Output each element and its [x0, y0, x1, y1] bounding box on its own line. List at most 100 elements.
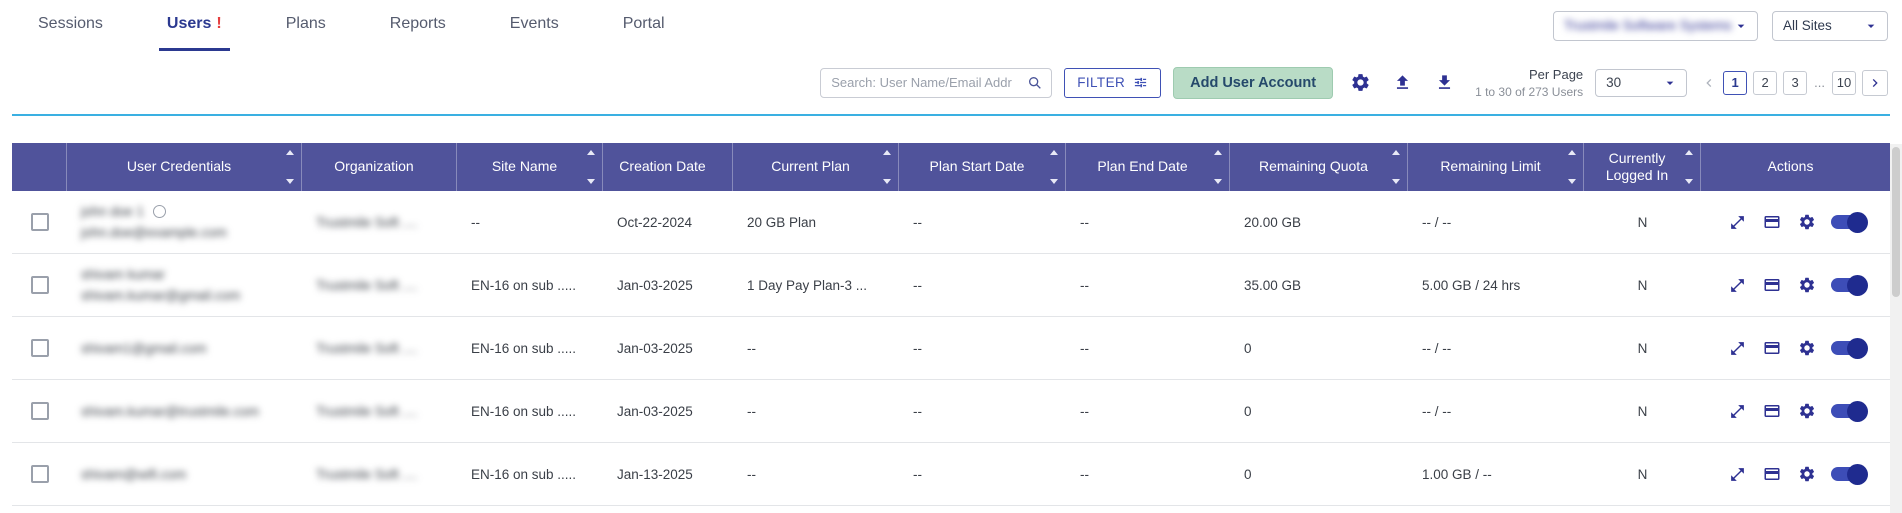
- row-checkbox[interactable]: [31, 339, 49, 357]
- creation-date-cell: Jan-13-2025: [603, 443, 733, 505]
- expand-user-icon[interactable]: [1726, 400, 1748, 422]
- user-enabled-toggle[interactable]: [1831, 341, 1865, 355]
- row-checkbox[interactable]: [31, 402, 49, 420]
- users-toolbar: FILTER Add User Account Per Page 1 to 30…: [12, 51, 1890, 116]
- billing-card-icon[interactable]: [1761, 274, 1783, 296]
- scrollbar-thumb[interactable]: [1892, 147, 1900, 297]
- page-button-3[interactable]: 3: [1783, 71, 1807, 95]
- remaining-limit-cell: -- / --: [1408, 317, 1584, 379]
- organization-cell: Trustmile Soft ....: [316, 215, 418, 230]
- user-info-icon[interactable]: [153, 205, 166, 218]
- billing-card-icon[interactable]: [1761, 211, 1783, 233]
- user-enabled-toggle[interactable]: [1831, 404, 1865, 418]
- row-checkbox[interactable]: [31, 465, 49, 483]
- tab-sessions[interactable]: Sessions: [30, 0, 111, 51]
- current-plan-cell: --: [733, 380, 899, 442]
- page-button-last[interactable]: 10: [1832, 71, 1856, 95]
- col-remaining-limit[interactable]: Remaining Limit: [1408, 143, 1584, 191]
- table-row: shivam@wifi.com Trustmile Soft .... EN-1…: [12, 443, 1890, 506]
- billing-card-icon[interactable]: [1761, 337, 1783, 359]
- user-credentials-cell: shivam@wifi.com: [67, 443, 302, 505]
- sort-arrows[interactable]: [1685, 150, 1693, 184]
- expand-user-icon[interactable]: [1726, 211, 1748, 233]
- filter-sliders-icon: [1133, 75, 1148, 90]
- plan-end-date-cell: --: [1066, 254, 1230, 316]
- row-checkbox[interactable]: [31, 213, 49, 231]
- user-settings-gear-icon[interactable]: [1796, 463, 1818, 485]
- col-plan-end-date[interactable]: Plan End Date: [1066, 143, 1230, 191]
- search-box: [820, 68, 1052, 98]
- tab-users[interactable]: Users !: [159, 0, 230, 51]
- search-input[interactable]: [831, 75, 1027, 90]
- vertical-scrollbar[interactable]: [1890, 144, 1902, 513]
- col-creation-date[interactable]: Creation Date: [603, 143, 733, 191]
- actions-cell: [1701, 254, 1890, 316]
- tab-portal[interactable]: Portal: [615, 0, 673, 51]
- user-name: john doe 1: [81, 204, 144, 219]
- sort-arrows[interactable]: [1050, 150, 1058, 184]
- download-icon[interactable]: [1429, 68, 1459, 98]
- users-table-header: User Credentials Organization Site Name …: [12, 143, 1890, 191]
- user-settings-gear-icon[interactable]: [1796, 337, 1818, 359]
- user-email: shivam@wifi.com: [81, 467, 186, 482]
- per-page-label: Per Page: [1529, 67, 1583, 82]
- user-email: shivam1@gmail.com: [81, 341, 207, 356]
- user-credentials-cell: shivam.kumar@trustmile.com: [67, 380, 302, 442]
- logged-in-cell: N: [1584, 380, 1701, 442]
- sort-arrows[interactable]: [883, 150, 891, 184]
- col-currently-logged-in[interactable]: Currently Logged In: [1584, 143, 1701, 191]
- current-plan-cell: --: [733, 443, 899, 505]
- col-remaining-quota[interactable]: Remaining Quota: [1230, 143, 1408, 191]
- plan-start-date-cell: --: [899, 380, 1066, 442]
- col-site-name[interactable]: Site Name: [457, 143, 603, 191]
- remaining-quota-cell: 0: [1230, 443, 1408, 505]
- user-settings-gear-icon[interactable]: [1796, 400, 1818, 422]
- billing-card-icon[interactable]: [1761, 400, 1783, 422]
- col-plan-start-date[interactable]: Plan Start Date: [899, 143, 1066, 191]
- billing-card-icon[interactable]: [1761, 463, 1783, 485]
- sites-select[interactable]: All Sites: [1772, 11, 1888, 41]
- per-page-select[interactable]: 30: [1595, 69, 1687, 97]
- sort-arrows[interactable]: [286, 150, 294, 184]
- row-checkbox[interactable]: [31, 276, 49, 294]
- table-settings-gear-icon[interactable]: [1345, 68, 1375, 98]
- filter-button[interactable]: FILTER: [1064, 68, 1161, 98]
- user-enabled-toggle[interactable]: [1831, 278, 1865, 292]
- current-plan-cell: --: [733, 317, 899, 379]
- search-icon[interactable]: [1027, 75, 1043, 91]
- user-settings-gear-icon[interactable]: [1796, 274, 1818, 296]
- creation-date-cell: Oct-22-2024: [603, 191, 733, 253]
- tab-plans[interactable]: Plans: [278, 0, 334, 51]
- logged-in-cell: N: [1584, 443, 1701, 505]
- page-next-icon[interactable]: [1862, 70, 1888, 96]
- user-enabled-toggle[interactable]: [1831, 467, 1865, 481]
- col-current-plan[interactable]: Current Plan: [733, 143, 899, 191]
- sort-arrows[interactable]: [1214, 150, 1222, 184]
- add-user-account-button[interactable]: Add User Account: [1173, 67, 1333, 99]
- actions-cell: [1701, 191, 1890, 253]
- remaining-limit-cell: -- / --: [1408, 380, 1584, 442]
- page-button-1[interactable]: 1: [1723, 71, 1747, 95]
- actions-cell: [1701, 380, 1890, 442]
- page-button-2[interactable]: 2: [1753, 71, 1777, 95]
- page-prev-icon[interactable]: [1701, 75, 1717, 91]
- company-select[interactable]: Trustmile Software Systems: [1553, 11, 1758, 41]
- expand-user-icon[interactable]: [1726, 337, 1748, 359]
- user-name: shivam kumar: [81, 267, 165, 282]
- user-settings-gear-icon[interactable]: [1796, 211, 1818, 233]
- sort-arrows[interactable]: [1568, 150, 1576, 184]
- col-organization[interactable]: Organization: [302, 143, 457, 191]
- tab-events[interactable]: Events: [502, 0, 567, 51]
- upload-icon[interactable]: [1387, 68, 1417, 98]
- chevron-down-icon: [1662, 75, 1678, 91]
- users-table: User Credentials Organization Site Name …: [12, 143, 1890, 506]
- expand-user-icon[interactable]: [1726, 463, 1748, 485]
- col-user-credentials[interactable]: User Credentials: [67, 143, 302, 191]
- tab-reports[interactable]: Reports: [382, 0, 454, 51]
- expand-user-icon[interactable]: [1726, 274, 1748, 296]
- sort-arrows[interactable]: [1392, 150, 1400, 184]
- sort-arrows[interactable]: [587, 150, 595, 184]
- user-credentials-cell: shivam kumar shivam.kumar@gmail.com: [67, 254, 302, 316]
- user-enabled-toggle[interactable]: [1831, 215, 1865, 229]
- col-select: [12, 143, 67, 191]
